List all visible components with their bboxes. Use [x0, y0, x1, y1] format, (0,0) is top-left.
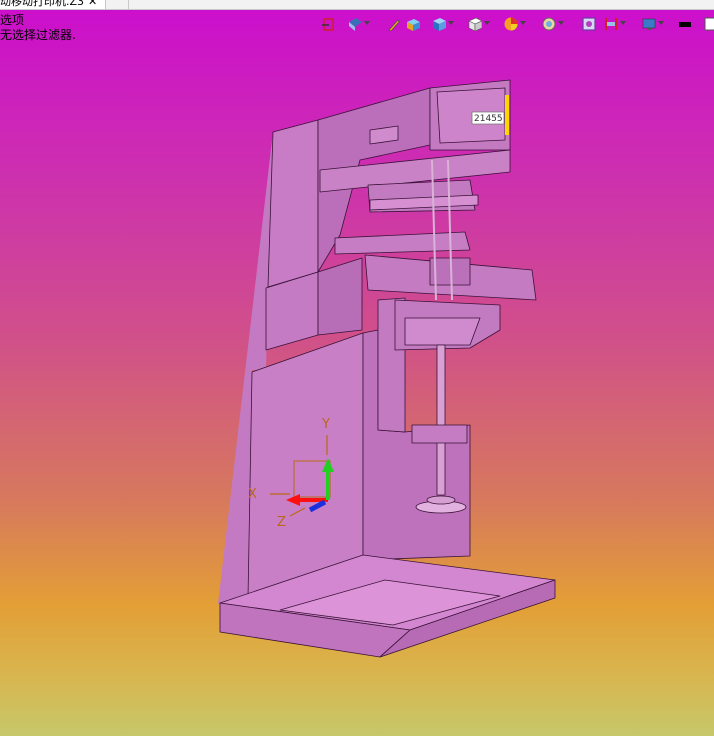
- lower-body-front: [247, 332, 364, 599]
- close-icon[interactable]: ✕: [88, 0, 97, 8]
- yellow-marker: [505, 95, 509, 135]
- document-tab-title: 动移动打印机.Z3: [0, 0, 85, 8]
- axis-z-label: Z: [277, 515, 286, 530]
- back-column-face: [267, 119, 319, 288]
- mid-block-right: [317, 257, 363, 336]
- axis-x-label: X: [248, 487, 257, 502]
- pad-head-shade: [404, 317, 481, 346]
- document-tab[interactable]: 动移动打印机.Z3 ✕: [0, 0, 107, 9]
- model-label: 21455: [474, 114, 503, 124]
- tab-bar: 动移动打印机.Z3 ✕: [0, 0, 714, 10]
- pad-rod: [436, 344, 446, 496]
- 3d-viewport[interactable]: 选项 无选择过滤器. X Y Z 21455: [0, 10, 714, 736]
- rod-clamp: [411, 424, 468, 444]
- pad-top: [426, 495, 456, 505]
- new-tab[interactable]: [128, 0, 139, 9]
- cad-model[interactable]: X Y Z 21455: [0, 10, 714, 736]
- axis-y-label: Y: [321, 417, 330, 432]
